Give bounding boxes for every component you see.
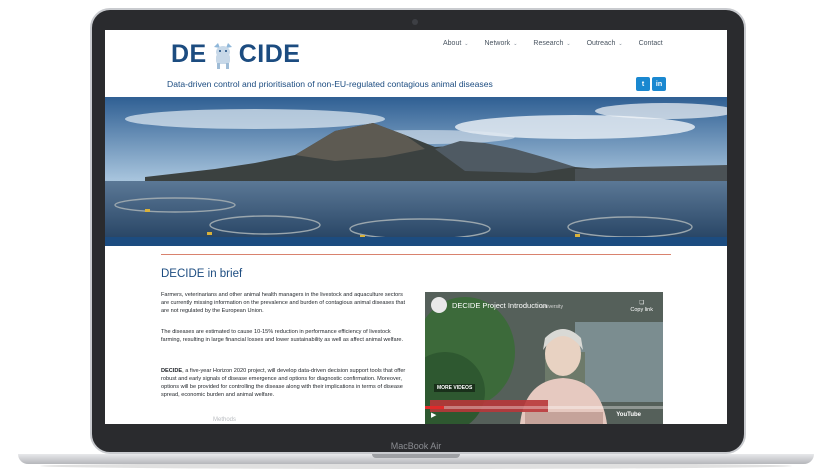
chevron-down-icon: ⌄ (618, 41, 623, 47)
site-logo[interactable]: DE CIDE (171, 40, 300, 69)
nav-label: About (443, 40, 462, 47)
logo-text-right: CIDE (238, 40, 301, 68)
play-icon[interactable]: ▶ (431, 411, 436, 419)
copy-link-button[interactable]: ❏ Copy link (630, 300, 653, 314)
linkedin-icon[interactable]: in (652, 77, 666, 91)
video-progress-fill (425, 406, 445, 409)
site-tagline: Data-driven control and prioritisation o… (167, 79, 493, 89)
video-embed[interactable]: DECIDE Project Introduction University ❏… (425, 292, 663, 424)
twitter-icon[interactable]: t (636, 77, 650, 91)
intro-paragraph-1: Farmers, veterinarians and other animal … (161, 292, 406, 314)
goat-logo-icon (213, 42, 232, 69)
methods-faded-text: Methods (213, 417, 237, 423)
nav-label: Research (533, 40, 564, 47)
chevron-down-icon: ⌄ (464, 41, 469, 47)
paragraph-3-text: , a five-year Horizon 2020 project, will… (161, 368, 406, 398)
camera-icon (412, 19, 418, 25)
chevron-down-icon: ⌄ (566, 41, 571, 47)
hero-fjord-image (105, 97, 727, 246)
nav-item-research[interactable]: Research ⌄ (525, 40, 578, 47)
browser-screen: DE CIDE About ⌄ Network ⌄ Research ⌄ Outrea… (105, 30, 727, 424)
copy-link-label: Copy link (630, 307, 653, 313)
nav-label: Contact (638, 40, 663, 47)
intro-paragraph-2: The diseases are estimated to cause 10-1… (161, 329, 404, 343)
laptop-mockup: MacBook Air DE CIDE About ⌄ Network ⌄ Rese… (0, 0, 832, 472)
nav-label: Outreach (586, 40, 616, 47)
copy-icon: ❏ (639, 300, 645, 306)
section-divider (161, 254, 671, 255)
chevron-down-icon: ⌄ (513, 41, 518, 47)
intro-paragraph-3: DECIDE, a five-year Horizon 2020 project… (161, 367, 411, 399)
more-videos-button[interactable]: MORE VIDEOS (434, 384, 476, 392)
video-progress-bar[interactable] (425, 406, 663, 409)
nav-item-about[interactable]: About ⌄ (435, 40, 477, 47)
device-label: MacBook Air (390, 441, 442, 451)
channel-avatar (431, 297, 447, 313)
nav-item-outreach[interactable]: Outreach ⌄ (579, 40, 631, 47)
nav-item-network[interactable]: Network ⌄ (477, 40, 526, 47)
video-title: DECIDE Project Introduction (452, 301, 548, 310)
video-channel: University (541, 304, 563, 310)
nav-label: Network (484, 40, 511, 47)
main-nav: About ⌄ Network ⌄ Research ⌄ Outreach ⌄ Cont… (435, 40, 671, 47)
decide-bold: DECIDE (161, 368, 183, 374)
laptop-notch (372, 454, 460, 458)
video-thumbnail (425, 292, 663, 424)
nav-item-contact[interactable]: Contact (631, 40, 671, 47)
youtube-logo[interactable]: YouTube (616, 412, 641, 418)
section-heading: DECIDE in brief (161, 268, 243, 280)
logo-text-left: DE (171, 40, 207, 68)
